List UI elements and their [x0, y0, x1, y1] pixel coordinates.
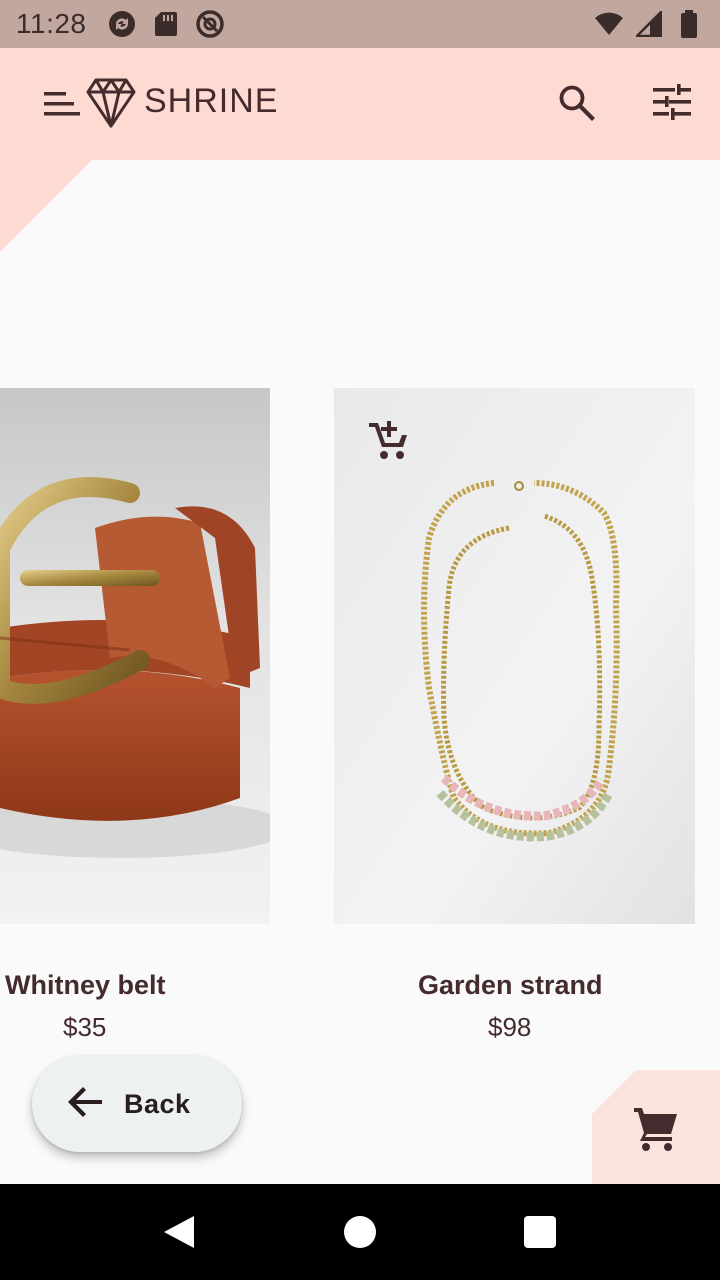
product-name: Garden strand	[418, 970, 603, 1000]
add-to-cart-button[interactable]	[366, 420, 412, 466]
search-icon	[557, 83, 595, 125]
status-icons-right	[594, 9, 704, 39]
status-icons-left	[107, 9, 225, 39]
signal-icon	[634, 9, 664, 39]
product-image-belt[interactable]	[0, 388, 270, 924]
back-button[interactable]: Back	[32, 1056, 242, 1152]
diamond-logo-icon	[86, 76, 136, 128]
arrow-back-icon	[68, 1086, 104, 1122]
sd-card-icon	[151, 9, 181, 39]
nav-back-icon[interactable]	[162, 1214, 196, 1250]
product-price: $98	[488, 1012, 532, 1042]
product-price: $35	[63, 1012, 107, 1042]
wifi-icon	[594, 9, 624, 39]
add-shopping-cart-icon	[367, 419, 411, 467]
sync-icon	[107, 9, 137, 39]
tune-icon	[653, 84, 691, 124]
status-time: 11:28	[16, 8, 87, 39]
shopping-cart-icon[interactable]	[632, 1106, 678, 1152]
filter-button[interactable]	[646, 78, 698, 130]
app-bar: SHRINE	[0, 48, 720, 160]
menu-icon[interactable]	[44, 90, 80, 118]
battery-icon	[674, 9, 704, 39]
backdrop-corner	[0, 160, 92, 252]
nav-home-icon[interactable]	[344, 1216, 376, 1248]
product-image-necklace[interactable]	[334, 388, 695, 924]
at-sign-icon	[195, 9, 225, 39]
product-name: Whitney belt	[5, 970, 166, 1000]
back-button-label: Back	[124, 1088, 191, 1119]
app-root: 11:28 SHRINE Whitney belt $35 Garden str…	[0, 0, 720, 1280]
brand-title: SHRINE	[144, 82, 279, 120]
status-bar: 11:28	[0, 0, 720, 48]
search-button[interactable]	[550, 78, 602, 130]
nav-recents-icon[interactable]	[524, 1216, 556, 1248]
